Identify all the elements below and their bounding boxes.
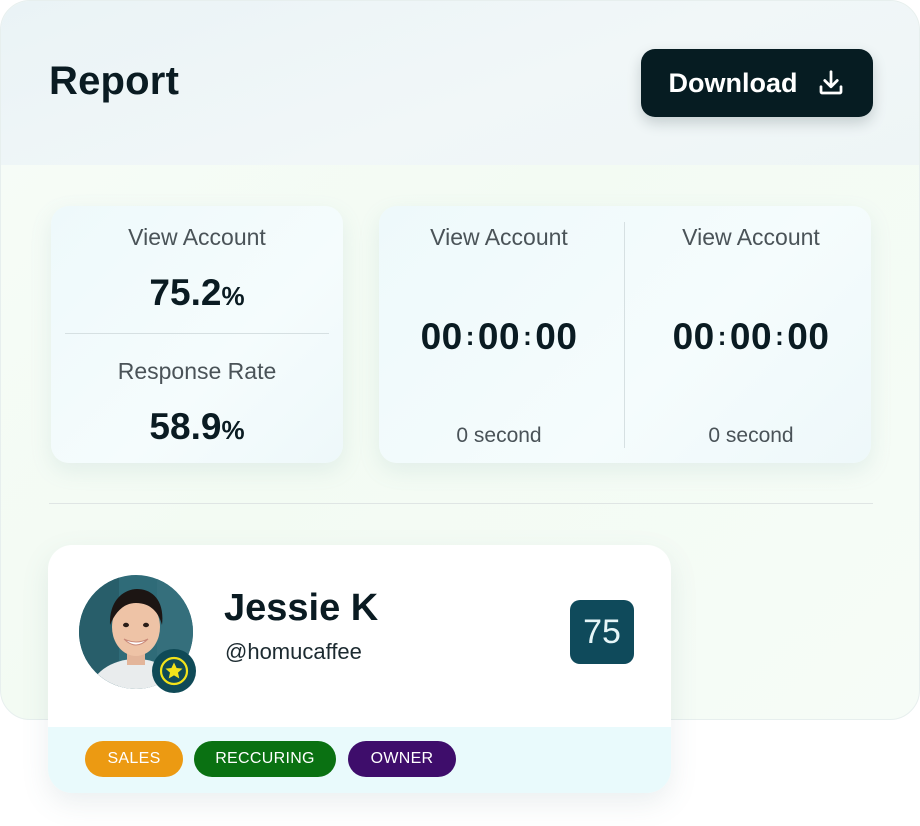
timers-card: View Account 00:00:00 0 second View Acco… xyxy=(379,206,871,463)
timer-hours: 00 xyxy=(672,316,715,357)
timer-separator: : xyxy=(465,321,475,351)
tag-sales[interactable]: SALES xyxy=(85,741,183,777)
view-account-label: View Account xyxy=(128,224,266,250)
report-header: Report Download xyxy=(1,1,919,165)
response-rate-value: 58.9% xyxy=(51,406,343,448)
profile-handle: @homucaffee xyxy=(225,639,362,664)
section-divider xyxy=(49,503,873,504)
response-rate-number: 58.9 xyxy=(149,406,222,447)
view-account-number: 75.2 xyxy=(149,272,222,313)
star-badge-icon xyxy=(152,649,196,693)
profile-card[interactable]: Jessie K @homucaffee 75 SALES RECCURING … xyxy=(48,545,671,793)
timer-hours: 00 xyxy=(420,316,463,357)
timer-column: View Account 00:00:00 0 second xyxy=(379,206,619,463)
timer-subtitle: 0 second xyxy=(708,424,794,447)
timer-separator: : xyxy=(717,321,727,351)
timer-seconds: 00 xyxy=(535,316,578,357)
response-rate-label: Response Rate xyxy=(117,358,277,384)
timer-minutes: 00 xyxy=(477,316,521,357)
tag-recurring[interactable]: RECCURING xyxy=(194,741,336,777)
view-account-value: 75.2% xyxy=(51,272,343,314)
timer-label: View Account xyxy=(430,224,568,250)
download-button[interactable]: Download xyxy=(641,49,873,117)
timers-divider xyxy=(624,222,625,448)
timer-minutes: 00 xyxy=(729,316,773,357)
timer-separator: : xyxy=(523,321,533,351)
response-rate-unit: % xyxy=(221,415,245,445)
view-account-unit: % xyxy=(221,281,245,311)
timer-column: View Account 00:00:00 0 second xyxy=(631,206,871,463)
stats-card: View Account 75.2% Response Rate 58.9% xyxy=(51,206,343,463)
timer-value: 00:00:00 xyxy=(379,316,619,358)
timer-label: View Account xyxy=(682,224,820,250)
page-title: Report xyxy=(49,59,180,103)
score-badge: 75 xyxy=(570,600,634,664)
timer-separator: : xyxy=(775,321,785,351)
timer-seconds: 00 xyxy=(787,316,830,357)
timer-value: 00:00:00 xyxy=(631,316,871,358)
tag-owner[interactable]: OWNER xyxy=(348,741,456,777)
stats-divider xyxy=(65,333,329,334)
download-icon xyxy=(819,70,842,95)
timer-subtitle: 0 second xyxy=(456,424,542,447)
profile-name: Jessie K xyxy=(224,587,379,629)
download-button-label: Download xyxy=(668,67,798,98)
